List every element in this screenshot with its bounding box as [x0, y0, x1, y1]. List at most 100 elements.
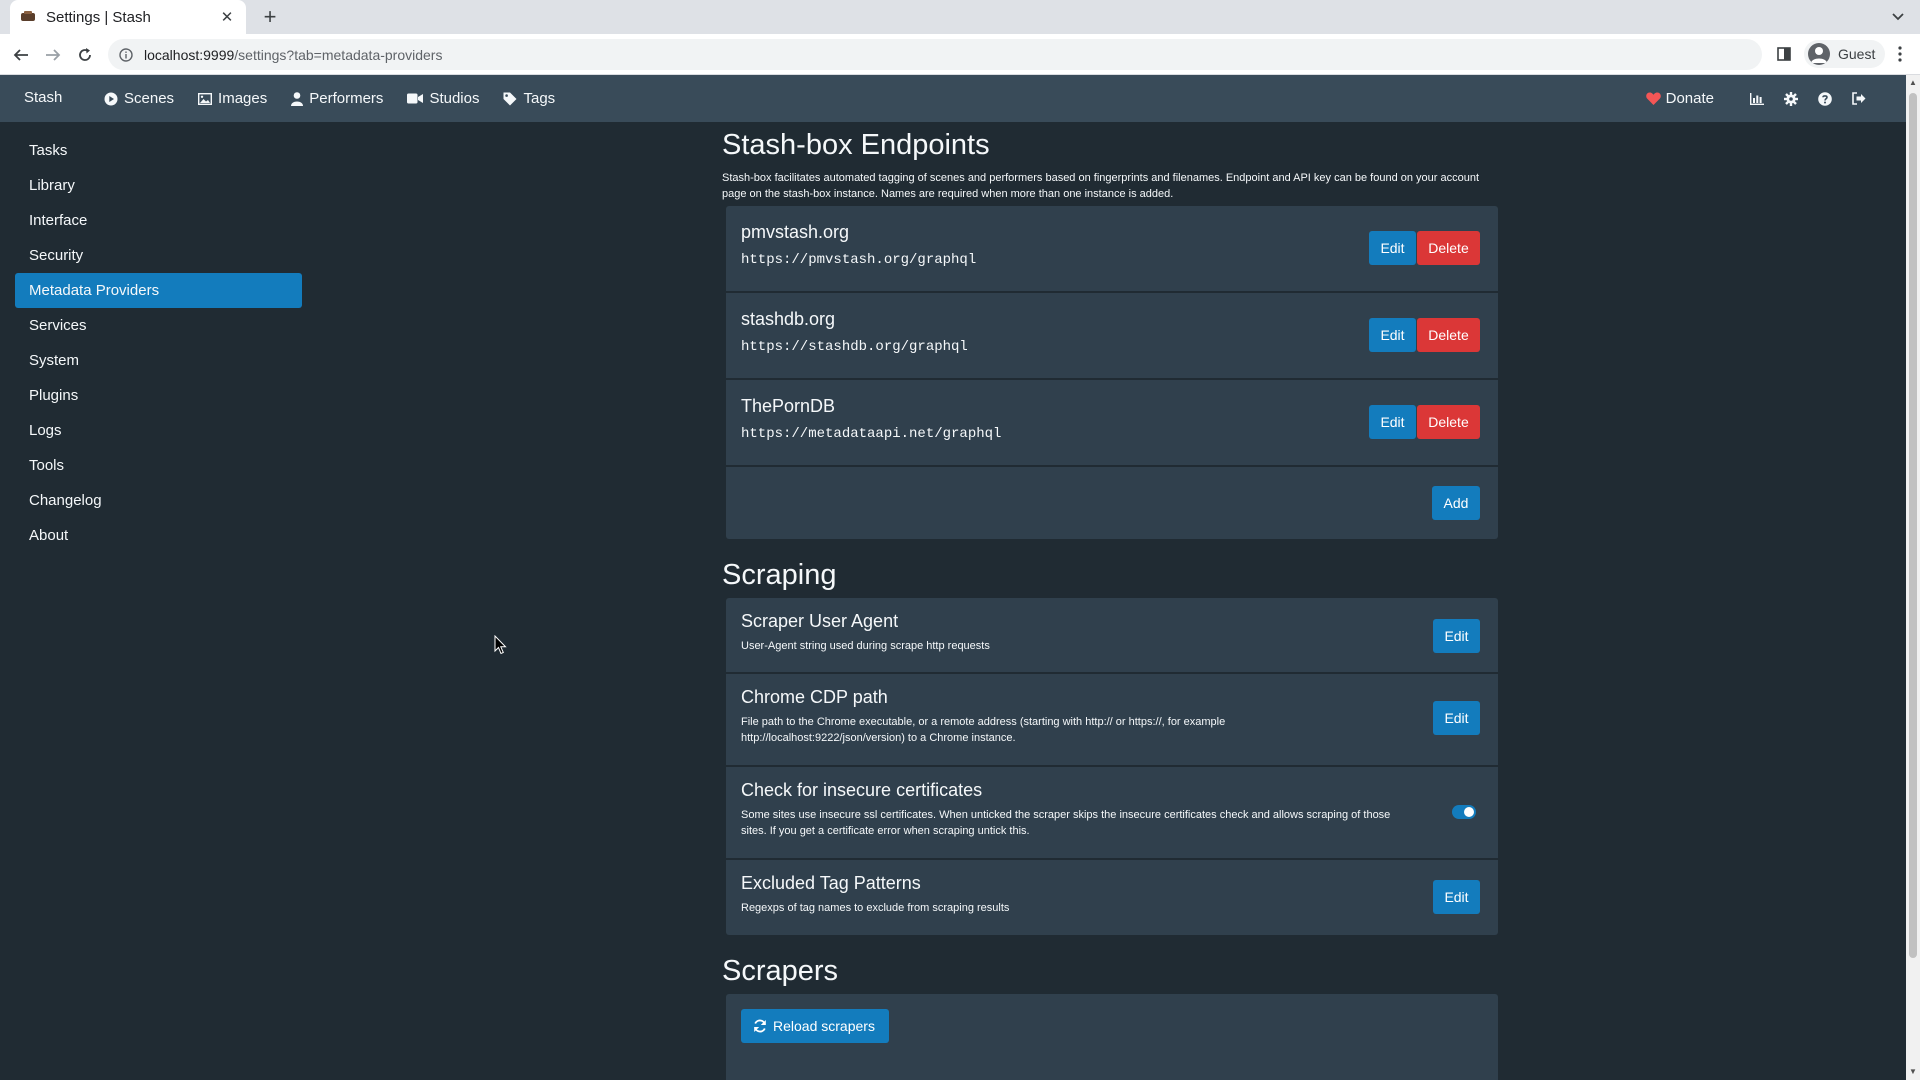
browser-tab[interactable]: Settings | Stash ✕ [10, 0, 246, 34]
setting-name: Check for insecure certificates [741, 780, 983, 800]
sidebar-item-plugins[interactable]: Plugins [15, 378, 302, 413]
tag-icon [503, 92, 517, 105]
brand-link[interactable]: Stash [24, 89, 62, 106]
setting-description: File path to the Chrome executable, or a… [741, 716, 1226, 744]
scroll-down-arrow-icon[interactable]: ▼ [1909, 1068, 1917, 1076]
nav-studios-label: Studios [429, 90, 480, 107]
browser-toolbar: localhost:9999/settings?tab=metadata-pro… [0, 34, 1920, 75]
profile-avatar-icon [1808, 43, 1830, 65]
stashbox-title: Stash-box Endpoints [722, 129, 990, 161]
delete-endpoint-button[interactable]: Delete [1417, 318, 1480, 352]
scrapers-title: Scrapers [722, 955, 839, 987]
stats-chart-icon[interactable] [1740, 82, 1774, 116]
sidebar-item-logs[interactable]: Logs [15, 413, 302, 448]
settings-gear-icon[interactable] [1774, 82, 1808, 116]
reload-scrapers-label: Reload scrapers [773, 1018, 875, 1034]
stash-favicon-icon [20, 9, 36, 25]
scroll-up-arrow-icon[interactable]: ▲ [1909, 79, 1917, 87]
settings-content: Stash-box Endpoints Stash-box facilitate… [722, 122, 1498, 1080]
sidebar-item-security[interactable]: Security [15, 238, 302, 273]
stashbox-endpoints-card: pmvstash.org https://pmvstash.org/graphq… [726, 206, 1498, 539]
back-arrow-icon[interactable] [8, 42, 34, 68]
nav-tags[interactable]: Tags [491, 75, 567, 122]
sidebar-item-metadata-providers[interactable]: Metadata Providers [15, 273, 302, 308]
nav-studios[interactable]: Studios [395, 75, 491, 122]
site-info-icon[interactable] [118, 47, 134, 63]
insecure-certificates-row: Check for insecure certificates Some sit… [726, 767, 1498, 860]
nav-performers[interactable]: Performers [279, 75, 395, 122]
nav-images[interactable]: Images [186, 75, 279, 122]
image-icon [198, 92, 213, 105]
browser-menu-icon[interactable] [1890, 43, 1910, 65]
navbar-right: Donate [1645, 75, 1876, 122]
address-bar[interactable]: localhost:9999/settings?tab=metadata-pro… [108, 39, 1762, 70]
setting-name: Chrome CDP path [741, 687, 888, 707]
edit-endpoint-button[interactable]: Edit [1369, 318, 1416, 352]
new-tab-icon[interactable]: + [258, 4, 282, 29]
endpoint-row: ThePornDB https://metadataapi.net/graphq… [726, 380, 1498, 467]
sidebar-item-services[interactable]: Services [15, 308, 302, 343]
setting-description: Regexps of tag names to exclude from scr… [741, 902, 1010, 914]
sidebar-item-system[interactable]: System [15, 343, 302, 378]
sidebar-item-tasks[interactable]: Tasks [15, 133, 302, 168]
nav-tags-label: Tags [523, 90, 556, 107]
url-host: localhost:9999 [144, 46, 235, 63]
side-panel-icon[interactable] [1774, 43, 1794, 65]
donate-label: Donate [1665, 90, 1714, 107]
add-endpoint-button[interactable]: Add [1432, 486, 1480, 520]
logout-icon[interactable] [1842, 82, 1876, 116]
chrome-cdp-path-row: Chrome CDP path File path to the Chrome … [726, 674, 1498, 767]
nav-scenes-label: Scenes [124, 90, 175, 107]
video-camera-icon [407, 93, 424, 104]
stashbox-description: Stash-box facilitates automated tagging … [722, 172, 1480, 200]
insecure-certificates-toggle[interactable] [1452, 805, 1476, 819]
edit-endpoint-button[interactable]: Edit [1369, 405, 1416, 439]
toggle-knob [1464, 807, 1474, 817]
sidebar-item-about[interactable]: About [15, 518, 302, 553]
scraping-card: Scraper User Agent User-Agent string use… [726, 598, 1498, 935]
scraping-title: Scraping [722, 559, 837, 591]
scrollbar-thumb[interactable] [1909, 93, 1917, 958]
help-question-icon[interactable] [1808, 82, 1842, 116]
edit-endpoint-button[interactable]: Edit [1369, 231, 1416, 265]
nav-scenes[interactable]: Scenes [92, 75, 186, 122]
user-icon [291, 91, 304, 106]
sidebar-item-tools[interactable]: Tools [15, 448, 302, 483]
url-path: /settings?tab=metadata-providers [234, 46, 443, 63]
endpoint-row: pmvstash.org https://pmvstash.org/graphq… [726, 206, 1498, 293]
mouse-cursor-icon [494, 634, 507, 660]
main-nav: Scenes Images Performers Studios Tags [92, 75, 567, 122]
reload-icon[interactable] [72, 42, 98, 68]
edit-chrome-cdp-button[interactable]: Edit [1433, 701, 1480, 735]
forward-arrow-icon[interactable] [40, 42, 66, 68]
sidebar-item-changelog[interactable]: Changelog [15, 483, 302, 518]
scraper-user-agent-row: Scraper User Agent User-Agent string use… [726, 598, 1498, 674]
delete-endpoint-button[interactable]: Delete [1417, 405, 1480, 439]
page-scrollbar[interactable]: ▲ ▼ [1906, 75, 1920, 1080]
tab-search-chevron-icon[interactable] [1888, 7, 1908, 27]
settings-sidebar: Tasks Library Interface Security Metadat… [15, 133, 302, 553]
edit-user-agent-button[interactable]: Edit [1433, 619, 1480, 653]
sidebar-item-interface[interactable]: Interface [15, 203, 302, 238]
setting-name: Excluded Tag Patterns [741, 873, 921, 893]
heart-icon [1645, 92, 1661, 105]
browser-tabstrip: Settings | Stash ✕ + [0, 0, 1920, 34]
edit-excluded-tags-button[interactable]: Edit [1433, 880, 1480, 914]
profile-button[interactable]: Guest [1804, 40, 1886, 68]
app-navbar: Stash Scenes Images Performers Studios T… [0, 75, 1906, 122]
setting-description: User-Agent string used during scrape htt… [741, 640, 990, 652]
excluded-tag-patterns-row: Excluded Tag Patterns Regexps of tag nam… [726, 860, 1498, 935]
setting-description: Some sites use insecure ssl certificates… [741, 809, 1391, 837]
close-tab-icon[interactable]: ✕ [218, 8, 236, 26]
reload-scrapers-button[interactable]: Reload scrapers [741, 1009, 889, 1043]
tab-title: Settings | Stash [46, 8, 151, 26]
play-circle-icon [104, 92, 118, 105]
add-endpoint-row: Add [726, 467, 1498, 539]
sidebar-item-library[interactable]: Library [15, 168, 302, 203]
donate-link[interactable]: Donate [1645, 90, 1714, 107]
nav-images-label: Images [218, 90, 268, 107]
delete-endpoint-button[interactable]: Delete [1417, 231, 1480, 265]
refresh-icon [754, 1019, 766, 1033]
profile-label: Guest [1838, 46, 1876, 62]
endpoint-row: stashdb.org https://stashdb.org/graphql … [726, 293, 1498, 380]
